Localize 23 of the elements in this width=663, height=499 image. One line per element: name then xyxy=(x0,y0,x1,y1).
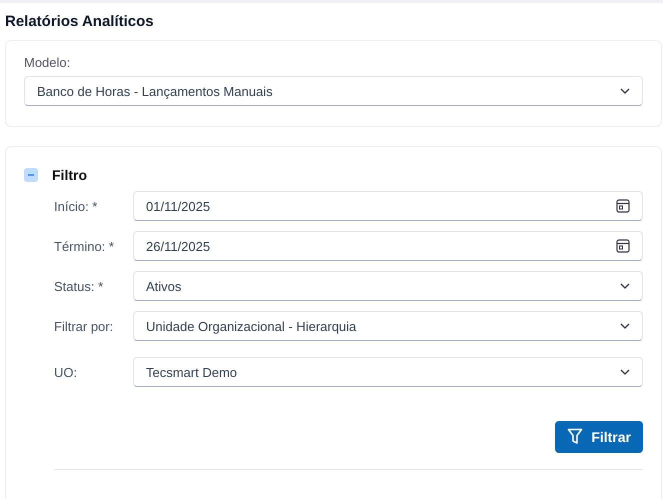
field-label: UO: xyxy=(54,364,78,380)
chevron-down-icon xyxy=(620,283,630,289)
field-label: Término: * xyxy=(54,238,115,254)
field-label: Início: * xyxy=(54,198,98,214)
collapse-icon[interactable] xyxy=(24,168,38,182)
calendar-icon xyxy=(616,199,630,213)
chevron-down-icon xyxy=(620,369,630,375)
model-label: Modelo: xyxy=(24,55,72,70)
calendar-icon xyxy=(616,239,630,253)
field-label: Filtrar por: xyxy=(54,318,114,334)
select-field[interactable]: Unidade Organizacional - Hierarquia xyxy=(133,311,643,341)
funnel-icon xyxy=(567,428,584,446)
select-field[interactable]: Ativos xyxy=(133,271,643,301)
date-field[interactable]: 26/11/2025 xyxy=(133,231,643,261)
chevron-down-icon xyxy=(620,323,630,329)
date-field[interactable]: 01/11/2025 xyxy=(133,191,643,221)
field-label: Status: * xyxy=(54,278,104,294)
chevron-down-icon xyxy=(620,88,630,94)
select-field[interactable]: Tecsmart Demo xyxy=(133,357,643,387)
page-title: Relatórios Analíticos xyxy=(5,13,155,32)
filter-title: Filtro xyxy=(52,167,87,183)
model-select[interactable]: Banco de Horas - Lançamentos Manuais xyxy=(24,76,643,106)
filter-button[interactable]: Filtrar xyxy=(555,421,643,453)
